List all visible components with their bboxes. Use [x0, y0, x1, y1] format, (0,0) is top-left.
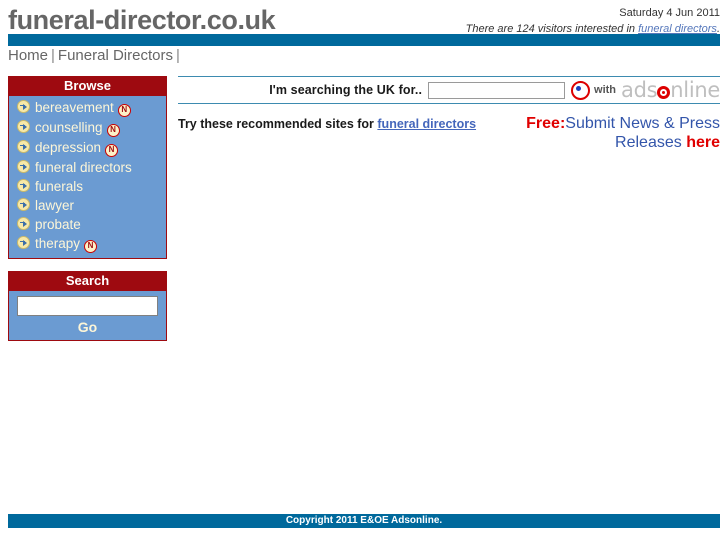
adsonline-brand: ads nline — [621, 78, 720, 102]
uk-search-row: I'm searching the UK for.. with ads nline — [178, 77, 720, 103]
sidebar-item-label: probate — [35, 217, 81, 232]
header-date: Saturday 4 Jun 2011 — [619, 7, 720, 19]
sidebar-item-label: depression — [35, 140, 102, 155]
sidebar-item-depression[interactable]: depression N — [9, 138, 166, 158]
sidebar-item-funeral-directors[interactable]: funeral directors — [9, 158, 166, 177]
sidebar-item-label: funeral directors — [35, 160, 132, 175]
sidebar-item-funerals[interactable]: funerals — [9, 177, 166, 196]
arrow-bullet-icon — [17, 236, 30, 249]
arrow-bullet-icon — [17, 179, 30, 192]
new-badge-icon: N — [84, 240, 98, 253]
arrow-bullet-icon — [17, 198, 30, 211]
divider-bottom — [178, 103, 720, 104]
sidebar-item-therapy[interactable]: therapy N — [9, 234, 166, 254]
sidebar-item-label: lawyer — [35, 198, 75, 213]
uk-search-input[interactable] — [428, 81, 566, 99]
sidebar-item-label: counselling — [35, 120, 103, 135]
sidebar-search-go-button[interactable]: Go — [17, 319, 158, 335]
arrow-bullet-icon — [17, 120, 30, 133]
main-content: I'm searching the UK for.. with ads nline… — [178, 76, 720, 152]
recommend-row: Try these recommended sites for funeral … — [178, 114, 720, 152]
sidebar-item-label: therapy — [35, 236, 81, 251]
sidebar-item-counselling[interactable]: counselling N — [9, 118, 166, 138]
sidebar-search-input[interactable] — [17, 296, 158, 316]
footer-copyright: Copyright 2011 E&OE Adsonline. — [8, 514, 720, 528]
browse-panel: Browse bereavement N counselling N depress… — [8, 76, 167, 259]
sidebar-item-probate[interactable]: probate — [9, 215, 166, 234]
header-meta: Saturday 4 Jun 2011 There are 124 visito… — [466, 6, 720, 36]
promo-free-label: Free: — [526, 115, 566, 132]
browse-panel-title: Browse — [9, 77, 166, 96]
sidebar-item-lawyer[interactable]: lawyer — [9, 196, 166, 215]
nav-item-home[interactable]: Home — [8, 47, 48, 64]
breadcrumb: Home | Funeral Directors | — [8, 47, 720, 67]
nav-separator-1: | — [51, 47, 55, 64]
header-accent-bar — [8, 34, 720, 46]
sidebar-item-label: funerals — [35, 179, 84, 194]
sidebar-item-bereavement[interactable]: bereavement N — [9, 98, 166, 118]
uk-search-label: I'm searching the UK for.. — [269, 83, 423, 97]
search-panel-body: Go — [9, 291, 166, 340]
arrow-bullet-icon — [17, 217, 30, 230]
adsonline-logo: with ads nline — [571, 78, 720, 102]
recommend-text: Try these recommended sites for funeral … — [178, 114, 476, 131]
page-root: funeral-director.co.uk Saturday 4 Jun 20… — [0, 0, 727, 545]
brand-o-icon — [657, 86, 671, 99]
adsonline-with-label: with — [594, 84, 617, 96]
browse-panel-body: bereavement N counselling N depression N fu… — [9, 96, 166, 258]
recommend-keyword-link[interactable]: funeral directors — [377, 117, 476, 131]
brand-part1: ads — [621, 78, 658, 102]
promo-banner[interactable]: Free:Submit News & Press Releases here — [505, 114, 720, 152]
brand-part2: nline — [670, 78, 720, 102]
site-header: funeral-director.co.uk Saturday 4 Jun 20… — [8, 0, 720, 36]
sidebar-item-label: bereavement — [35, 100, 114, 115]
arrow-bullet-icon — [17, 160, 30, 173]
nav-separator-2: | — [175, 47, 180, 64]
new-badge-icon: N — [117, 104, 131, 117]
arrow-bullet-icon — [17, 100, 30, 113]
new-badge-icon: N — [105, 144, 119, 157]
page-title: funeral-director.co.uk — [8, 5, 276, 35]
target-circle-icon — [571, 80, 591, 100]
new-badge-icon: N — [106, 124, 120, 137]
promo-here-link[interactable]: here — [686, 134, 720, 151]
sidebar: Browse bereavement N counselling N depress… — [8, 76, 167, 353]
recommend-prefix: Try these recommended sites for — [178, 117, 378, 131]
nav-item-funeral-directors[interactable]: Funeral Directors — [58, 47, 173, 64]
arrow-bullet-icon — [17, 140, 30, 153]
search-panel: Search Go — [8, 271, 167, 341]
search-panel-title: Search — [9, 272, 166, 291]
